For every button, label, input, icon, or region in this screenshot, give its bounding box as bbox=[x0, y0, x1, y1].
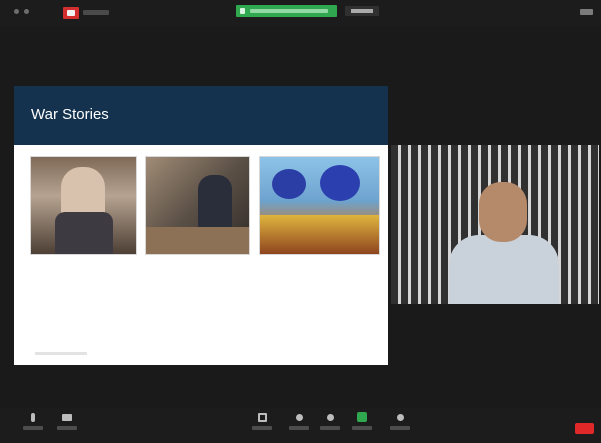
slide-header: War Stories bbox=[14, 86, 388, 145]
meeting-info-tag[interactable] bbox=[83, 10, 109, 15]
slide-title: War Stories bbox=[31, 106, 109, 123]
close-dot-icon[interactable] bbox=[14, 9, 19, 14]
reactions-button[interactable] bbox=[315, 412, 345, 430]
video-label bbox=[57, 426, 77, 430]
video-camera-icon bbox=[62, 413, 72, 421]
speaker-video-tile[interactable] bbox=[391, 145, 599, 304]
mic-icon bbox=[31, 412, 35, 422]
top-bar bbox=[0, 0, 601, 26]
participants-icon bbox=[257, 412, 267, 422]
bottom-toolbar bbox=[0, 408, 601, 443]
record-button[interactable] bbox=[385, 412, 415, 430]
share-banner-icon bbox=[240, 8, 245, 14]
orange-floor bbox=[260, 215, 379, 254]
blue-object-1 bbox=[272, 169, 306, 199]
record-label bbox=[390, 426, 410, 430]
window-controls bbox=[14, 9, 29, 14]
recording-indicator-icon bbox=[63, 7, 79, 19]
reactions-icon bbox=[326, 413, 334, 421]
participants-label bbox=[252, 426, 272, 430]
share-screen-label bbox=[352, 426, 372, 430]
share-banner-text bbox=[250, 9, 328, 13]
speaker-head bbox=[479, 182, 527, 242]
participants-button[interactable] bbox=[247, 412, 277, 430]
share-screen-button[interactable] bbox=[347, 412, 377, 430]
speaker-body bbox=[449, 235, 559, 304]
meeting-window: War Stories bbox=[0, 0, 601, 443]
chat-icon bbox=[295, 413, 303, 421]
slide-photo-3 bbox=[259, 156, 380, 255]
woman-shirt bbox=[55, 212, 113, 254]
mute-label bbox=[23, 426, 43, 430]
share-screen-icon bbox=[357, 412, 367, 422]
view-options-button[interactable] bbox=[345, 6, 379, 16]
reactions-label bbox=[320, 426, 340, 430]
minimize-dot-icon[interactable] bbox=[24, 9, 29, 14]
chat-label bbox=[289, 426, 309, 430]
chat-button[interactable] bbox=[284, 412, 314, 430]
desk-shape bbox=[146, 227, 249, 254]
end-meeting-button[interactable] bbox=[575, 423, 594, 434]
fullscreen-icon[interactable] bbox=[580, 9, 593, 15]
view-options-label bbox=[351, 9, 373, 13]
blue-object-2 bbox=[320, 165, 360, 201]
slide-footer bbox=[35, 352, 87, 355]
record-icon bbox=[396, 413, 404, 421]
slide-photo-1 bbox=[30, 156, 137, 255]
mute-button[interactable] bbox=[18, 412, 48, 430]
video-button[interactable] bbox=[52, 412, 82, 430]
slide-photo-2 bbox=[145, 156, 250, 255]
shared-slide: War Stories bbox=[14, 86, 388, 365]
screen-share-banner[interactable] bbox=[236, 5, 337, 17]
